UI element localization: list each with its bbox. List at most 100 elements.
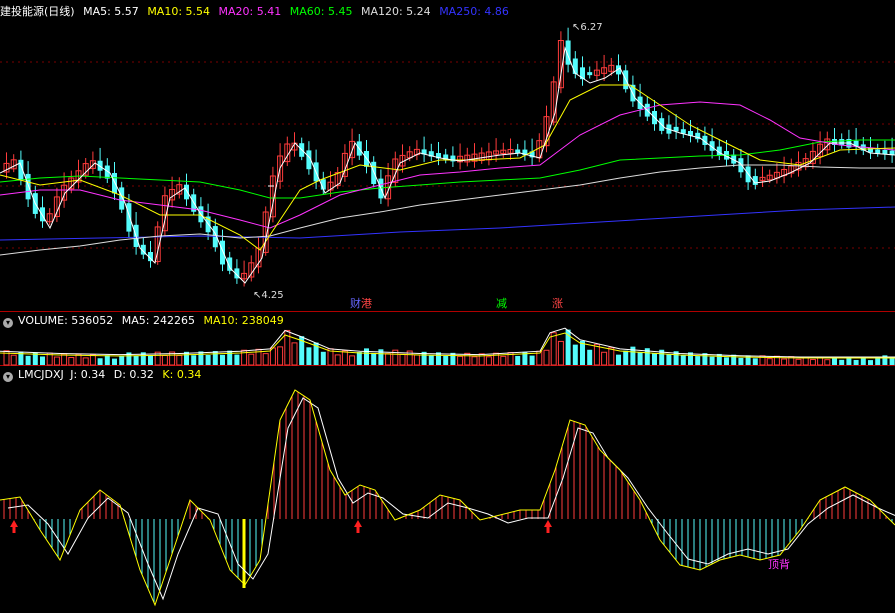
volume-bar-down bbox=[716, 353, 722, 365]
candle-down bbox=[126, 203, 132, 232]
volume-bar-up bbox=[277, 346, 284, 366]
volume-bar-down bbox=[724, 357, 729, 365]
volume-bar-down bbox=[680, 355, 686, 365]
high-price-label: ↖6.27 bbox=[572, 22, 603, 33]
volume-bar-down bbox=[709, 356, 715, 365]
volume-bar-down bbox=[97, 358, 103, 365]
buy-signal-arrow-icon bbox=[544, 520, 552, 533]
volume-bar-down bbox=[875, 357, 881, 365]
divergence-note: 顶背 bbox=[768, 558, 790, 571]
volume-bar-up bbox=[68, 357, 75, 366]
ma250-label: MA250: 4.86 bbox=[439, 5, 509, 18]
volume-bar-down bbox=[616, 354, 621, 365]
volume-bar-down bbox=[515, 355, 521, 365]
volume-bar-up bbox=[781, 358, 788, 366]
candle-down bbox=[875, 149, 881, 154]
volume-bar-up bbox=[413, 354, 420, 366]
volume-bar-down bbox=[443, 355, 449, 365]
volume-bar-down bbox=[652, 353, 657, 365]
volume-bar-down bbox=[889, 357, 895, 365]
volume-bar-up bbox=[89, 354, 96, 366]
ma120-label: MA120: 5.24 bbox=[360, 5, 431, 18]
volume-ma10: MA10: 238049 bbox=[203, 314, 284, 327]
volume-bar-down bbox=[40, 356, 45, 365]
settings-icon[interactable]: ▾ bbox=[3, 318, 13, 328]
ma5-label: MA5: 5.57 bbox=[83, 5, 139, 18]
volume-bar-down bbox=[853, 359, 859, 365]
volume-bar-down bbox=[666, 354, 672, 365]
volume-bar-up bbox=[269, 347, 276, 366]
ma20-label: MA20: 5.41 bbox=[218, 5, 282, 18]
volume-bar-down bbox=[868, 360, 873, 365]
volume-bar-down bbox=[580, 340, 585, 365]
volume-ma5: MA5: 242265 bbox=[121, 314, 195, 327]
volume-bar-up bbox=[248, 353, 255, 366]
volume-bar-up bbox=[550, 332, 557, 366]
buy-signal-arrow-icon bbox=[10, 520, 18, 533]
volume-bar-up bbox=[500, 355, 507, 366]
ma10-label: MA10: 5.54 bbox=[147, 5, 211, 18]
indicator-k: K: 0.34 bbox=[162, 368, 202, 381]
volume-bar-up bbox=[161, 354, 168, 366]
settings-icon[interactable]: ▾ bbox=[3, 372, 13, 382]
volume-bar-down bbox=[356, 352, 362, 365]
volume-bar-down bbox=[364, 348, 369, 365]
volume-bar-down bbox=[637, 351, 643, 365]
volume-bar-down bbox=[587, 349, 593, 365]
event-tag-hk[interactable]: 港 bbox=[361, 298, 372, 310]
volume-bar-up bbox=[334, 354, 341, 366]
low-price-label: ↖4.25 bbox=[253, 290, 284, 301]
volume-bar-up bbox=[464, 352, 471, 366]
volume-bar-up bbox=[824, 359, 831, 366]
volume-bar-down bbox=[839, 359, 845, 365]
chart-canvas[interactable] bbox=[0, 0, 895, 613]
volume-bar-down bbox=[220, 354, 225, 365]
indicator-name: LMCJDXJ bbox=[18, 368, 64, 381]
volume-bar-down bbox=[450, 352, 456, 365]
indicator-d: D: 0.32 bbox=[113, 368, 154, 381]
indicator-d-line bbox=[7, 397, 895, 601]
volume-bar-down bbox=[846, 357, 852, 365]
volume-bar-up bbox=[291, 342, 298, 366]
event-tag-finance[interactable]: 财 bbox=[350, 298, 361, 310]
volume-bar-down bbox=[320, 351, 326, 365]
volume-bar-up bbox=[809, 359, 816, 366]
volume-bar-up bbox=[75, 353, 82, 366]
volume-panel-header: ▾ VOLUME: 536052 MA5: 242265 MA10: 238049 bbox=[0, 313, 289, 329]
volume-bar-up bbox=[82, 357, 89, 366]
volume-bar-up bbox=[471, 356, 478, 366]
price-panel-header: 建投能源(日线) MA5: 5.57 MA10: 5.54 MA20: 5.41… bbox=[0, 4, 514, 20]
volume-bar-up bbox=[608, 347, 615, 366]
volume-bar-down bbox=[205, 355, 211, 365]
candle-down bbox=[220, 240, 225, 265]
volume-bar-down bbox=[752, 358, 758, 365]
event-tag-reduce[interactable]: 减 bbox=[496, 298, 507, 310]
stock-chart-window: 建投能源(日线) MA5: 5.57 MA10: 5.54 MA20: 5.41… bbox=[0, 0, 895, 613]
volume-bar-down bbox=[695, 356, 701, 365]
volume-bar-down bbox=[104, 355, 110, 365]
candle-down bbox=[119, 187, 125, 210]
stock-name: 建投能源(日线) bbox=[0, 5, 75, 18]
ma60-label: MA60: 5.45 bbox=[289, 5, 353, 18]
volume-bar-down bbox=[529, 355, 535, 365]
candle-down bbox=[572, 58, 578, 74]
volume-bar-down bbox=[119, 355, 125, 365]
volume-bar-up bbox=[53, 356, 60, 366]
volume-bar-down bbox=[572, 344, 578, 365]
indicator-j: J: 0.34 bbox=[70, 368, 106, 381]
volume-bar-down bbox=[25, 355, 31, 365]
volume-bar-down bbox=[133, 355, 139, 365]
volume-bar-down bbox=[738, 357, 744, 365]
volume-bar-up bbox=[341, 350, 348, 366]
candle-down bbox=[587, 72, 593, 76]
volume-bar-down bbox=[371, 352, 377, 365]
volume-bar-down bbox=[306, 347, 312, 365]
volume-bar-up bbox=[399, 353, 406, 366]
volume-bar-down bbox=[148, 355, 153, 365]
indicator-panel-header: ▾ LMCJDXJ J: 0.34 D: 0.32 K: 0.34 bbox=[0, 367, 206, 383]
volume-bar-up bbox=[543, 349, 550, 366]
volume-bar-up bbox=[457, 355, 464, 366]
event-tag-rise[interactable]: 涨 bbox=[552, 298, 563, 310]
volume-bar-down bbox=[234, 354, 240, 365]
volume-bar-up bbox=[385, 353, 392, 366]
